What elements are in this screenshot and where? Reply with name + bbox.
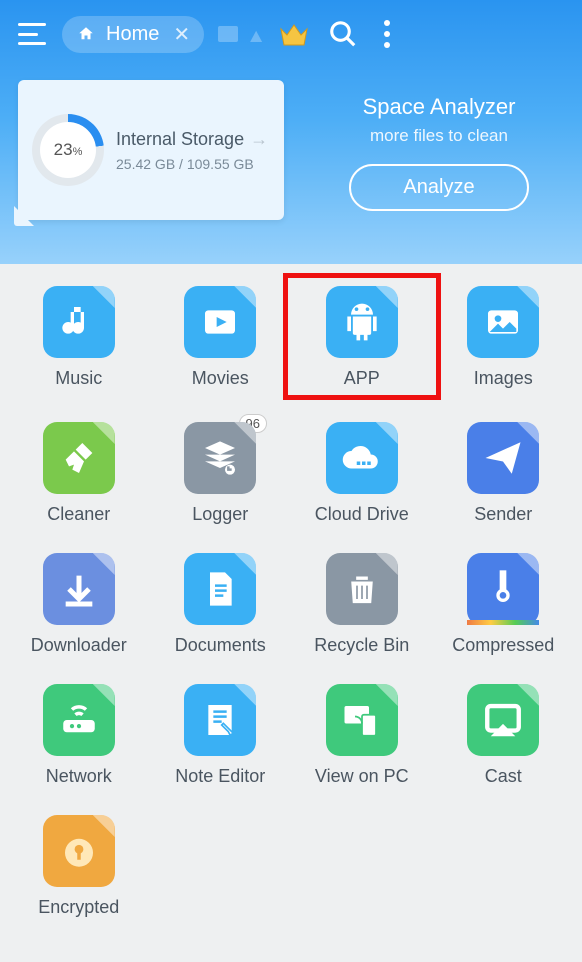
tile-documents[interactable]: Documents — [152, 553, 290, 656]
tile-recyclebin[interactable]: Recycle Bin — [293, 553, 431, 656]
tile-compressed[interactable]: Compressed — [435, 553, 573, 656]
storage-used: 25.42 GB — [116, 156, 175, 172]
play-icon — [184, 286, 256, 358]
tile-downloader[interactable]: Downloader — [10, 553, 148, 656]
image-icon — [467, 286, 539, 358]
tile-logger[interactable]: 96Logger — [152, 422, 290, 525]
header-body: 23% Internal Storage→ 25.42 GB / 109.55 … — [12, 80, 570, 220]
storage-ring: 23% — [32, 114, 104, 186]
topbar: Home ✕ — [12, 8, 570, 60]
search-icon[interactable] — [328, 19, 358, 49]
tile-movies[interactable]: Movies — [152, 286, 290, 394]
tile-cleaner[interactable]: Cleaner — [10, 422, 148, 525]
note-icon — [184, 684, 256, 756]
tile-app[interactable]: APP — [283, 273, 441, 400]
storage-percent-unit: % — [73, 146, 83, 158]
tile-label: View on PC — [315, 766, 409, 787]
menu-icon[interactable] — [18, 23, 46, 45]
crown-icon[interactable] — [278, 21, 310, 47]
tile-label: Cast — [485, 766, 522, 787]
storage-total: 109.55 GB — [187, 156, 254, 172]
tile-sender[interactable]: Sender — [435, 422, 573, 525]
analyzer-subtitle: more files to clean — [370, 126, 508, 146]
tile-label: Cloud Drive — [315, 504, 409, 525]
tile-label: Documents — [175, 635, 266, 656]
storage-title: Internal Storage — [116, 129, 244, 150]
doc-icon — [184, 553, 256, 625]
cast-icon — [467, 684, 539, 756]
tile-label: Encrypted — [38, 897, 119, 918]
tile-music[interactable]: Music — [10, 286, 148, 394]
trash-icon — [326, 553, 398, 625]
analyzer-panel: Space Analyzer more files to clean Analy… — [314, 80, 564, 220]
storage-info: Internal Storage→ 25.42 GB / 109.55 GB — [116, 129, 268, 172]
close-tab-icon[interactable]: ✕ — [173, 22, 190, 47]
tile-label: Recycle Bin — [314, 635, 409, 656]
tile-noteeditor[interactable]: Note Editor — [152, 684, 290, 787]
tile-network[interactable]: Network — [10, 684, 148, 787]
tile-label: Movies — [192, 368, 249, 389]
music-icon — [43, 286, 115, 358]
header: Home ✕ 23% Internal Storage→ 25.42 GB / … — [0, 0, 582, 264]
pc-icon — [326, 684, 398, 756]
tile-label: Network — [46, 766, 112, 787]
cloud-icon — [326, 422, 398, 494]
tab-label: Home — [106, 23, 159, 46]
tile-viewonpc[interactable]: View on PC — [293, 684, 431, 787]
tile-label: Sender — [474, 504, 532, 525]
storage-percent: 23 — [54, 140, 73, 159]
storage-card[interactable]: 23% Internal Storage→ 25.42 GB / 109.55 … — [18, 80, 284, 220]
tile-cast[interactable]: Cast — [435, 684, 573, 787]
download-icon — [43, 553, 115, 625]
category-grid: Music Movies APP Images Cleaner 96Logger Cloud… — [0, 264, 582, 940]
tile-label: Downloader — [31, 635, 127, 656]
tile-label: Compressed — [452, 635, 554, 656]
tile-encrypted[interactable]: Encrypted — [10, 815, 148, 918]
stack-icon — [184, 422, 256, 494]
broom-icon — [43, 422, 115, 494]
tile-label: Logger — [192, 504, 248, 525]
more-icon[interactable] — [384, 20, 390, 48]
analyzer-title: Space Analyzer — [363, 94, 516, 120]
home-tab[interactable]: Home ✕ — [62, 16, 204, 53]
tile-clouddrive[interactable]: Cloud Drive — [293, 422, 431, 525]
tile-label: Cleaner — [47, 504, 110, 525]
chevron-right-icon: → — [250, 129, 268, 150]
window-icons[interactable] — [218, 26, 266, 42]
router-icon — [43, 684, 115, 756]
tile-label: Note Editor — [175, 766, 265, 787]
send-icon — [467, 422, 539, 494]
home-icon — [76, 25, 96, 43]
analyze-button[interactable]: Analyze — [349, 164, 528, 211]
tile-label: APP — [344, 368, 380, 389]
lock-icon — [43, 815, 115, 887]
tile-label: Music — [55, 368, 102, 389]
tile-label: Images — [474, 368, 533, 389]
android-icon — [326, 286, 398, 358]
zip-icon — [467, 553, 539, 625]
tile-images[interactable]: Images — [435, 286, 573, 394]
